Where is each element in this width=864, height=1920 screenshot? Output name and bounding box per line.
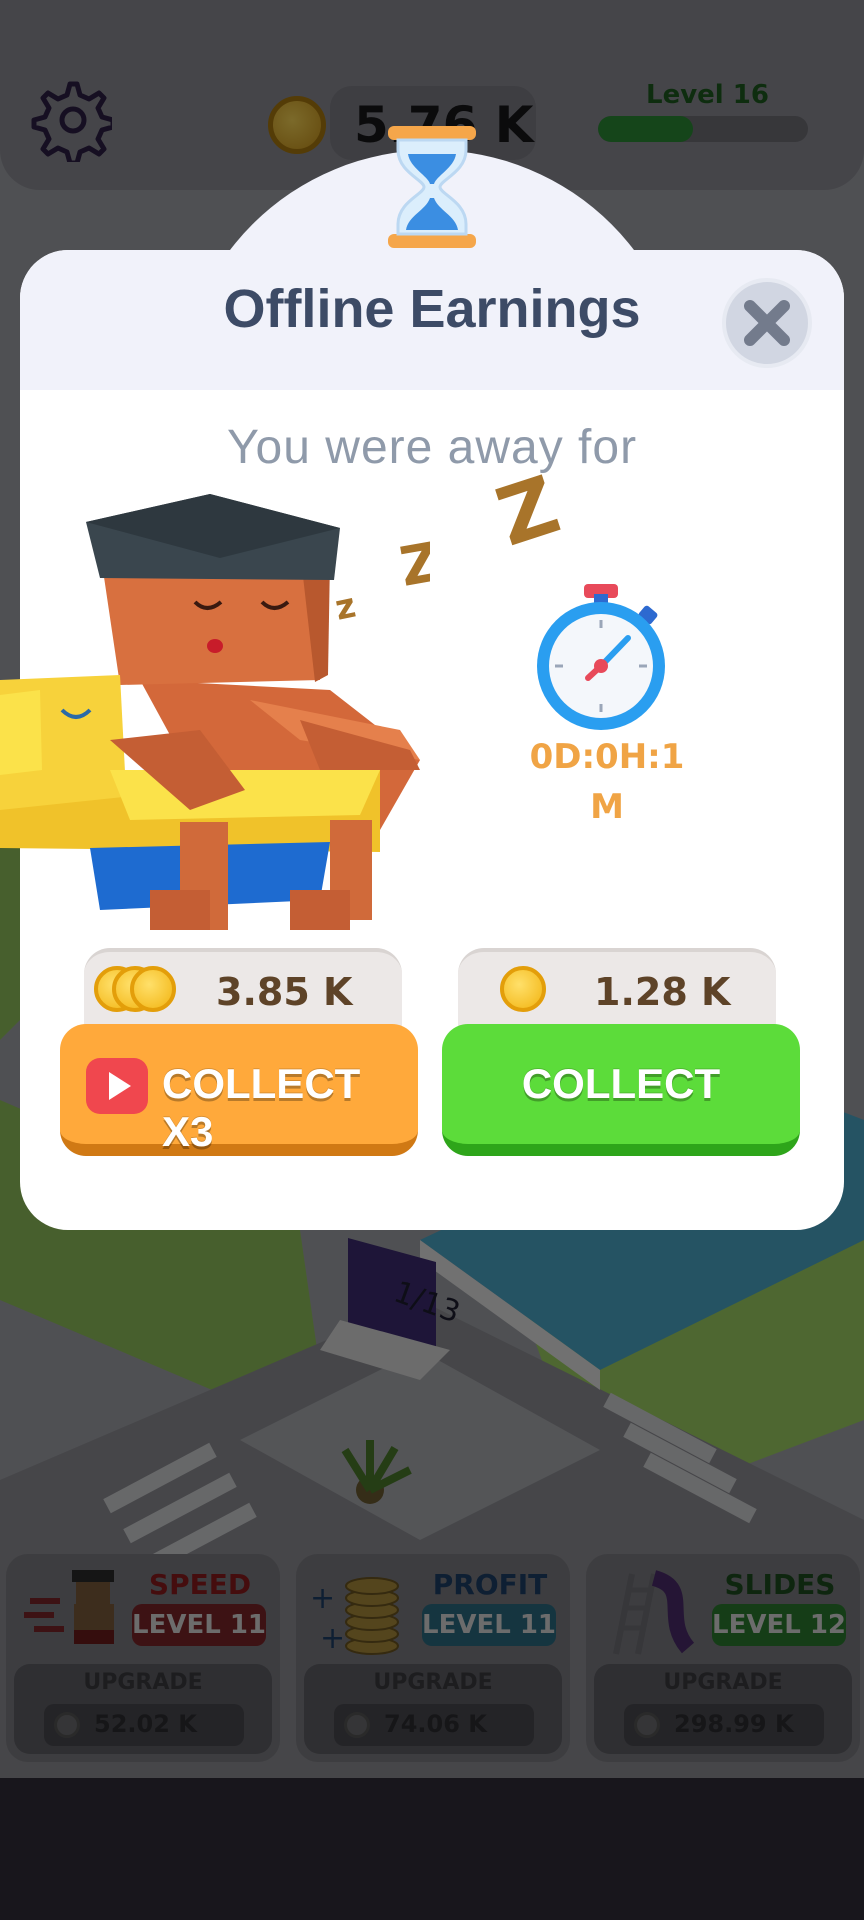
coin-icon: [500, 966, 546, 1012]
stopwatch-icon: [537, 584, 665, 730]
svg-text:Z: Z: [395, 530, 430, 599]
reward-box: 1.28 K: [458, 948, 776, 1028]
bottom-bar: [0, 1778, 864, 1920]
coin-icon: [130, 966, 176, 1012]
close-icon: [744, 300, 790, 346]
sleeping-character-illustration: z Z: [0, 494, 430, 930]
close-button[interactable]: [722, 278, 812, 368]
collect-button[interactable]: COLLECT: [442, 1024, 800, 1156]
away-subtitle: You were away for: [226, 421, 638, 474]
away-duration: 0D:0H:1M: [529, 737, 685, 827]
video-play-icon: [86, 1058, 148, 1114]
popup-header: Offline Earnings: [20, 250, 844, 390]
svg-text:z: z: [332, 586, 360, 629]
sleep-z-icon: Z: [490, 468, 570, 548]
reward-amount: 1.28 K: [594, 970, 731, 1014]
reward-x3-box: 3.85 K: [84, 948, 402, 1028]
hourglass-icon: [388, 126, 476, 248]
collect-label: COLLECT: [521, 1060, 721, 1107]
reward-x3-amount: 3.85 K: [216, 970, 353, 1014]
svg-text:Z: Z: [490, 468, 570, 548]
collect-x3-label: COLLECT X3: [162, 1060, 361, 1155]
collect-x3-button[interactable]: COLLECT X3: [60, 1024, 418, 1156]
popup-title: Offline Earnings: [223, 279, 641, 339]
